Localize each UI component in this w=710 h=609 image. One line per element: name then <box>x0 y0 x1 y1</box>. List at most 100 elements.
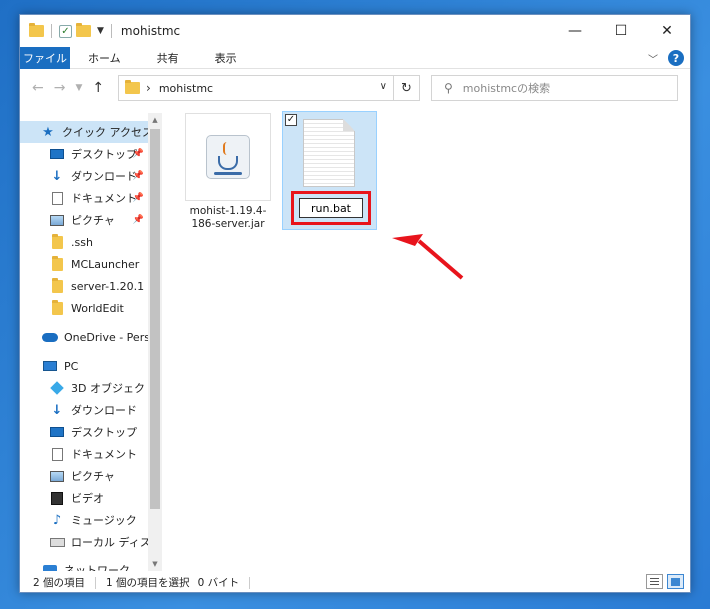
explorer-window: ✓ ▼ mohistmc — ☐ ✕ ファイル ホーム 共有 表示 ﹀ ? ← … <box>19 14 691 593</box>
close-button[interactable]: ✕ <box>644 15 690 47</box>
properties-icon[interactable]: ✓ <box>59 24 72 38</box>
sidebar-item-downloads[interactable]: ↓ ダウンロード 📌 <box>20 165 148 187</box>
video-icon <box>49 491 65 505</box>
details-view-button[interactable] <box>646 574 663 589</box>
sidebar-item-pc[interactable]: PC <box>20 355 148 377</box>
folder-icon <box>49 233 65 249</box>
tab-file[interactable]: ファイル <box>20 46 70 69</box>
ribbon-right: ﹀ ? <box>648 50 684 66</box>
status-divider <box>249 576 251 589</box>
selection-count: 1 個の項目を選択 <box>106 577 190 589</box>
new-folder-icon[interactable] <box>76 23 91 37</box>
quick-access-toolbar: ✓ ▼ <box>20 23 115 38</box>
scroll-thumb[interactable] <box>150 129 160 509</box>
disk-icon <box>49 535 65 549</box>
navigation-pane: ★ クイック アクセス デスクトップ 📌 ↓ ダウンロード 📌 ドキュメント 📌… <box>20 113 148 571</box>
cloud-icon <box>42 330 58 344</box>
document-icon <box>49 447 65 461</box>
pin-icon: 📌 <box>132 215 144 225</box>
toolbar-divider <box>51 24 52 38</box>
customize-toolbar-icon[interactable]: ▼ <box>97 26 104 36</box>
toolbar-divider <box>110 24 112 38</box>
sidebar-item-documents[interactable]: ドキュメント 📌 <box>20 187 148 209</box>
ribbon-tabs: ファイル ホーム 共有 表示 ﹀ ? <box>20 46 690 69</box>
address-row: ← → ▼ ↑ › mohistmc ∨ ↻ ⚲ mohistmcの検索 <box>20 71 690 105</box>
pin-icon: 📌 <box>132 149 144 159</box>
chevron-right-icon[interactable]: › <box>146 81 151 95</box>
navigation-buttons: ← → ▼ ↑ <box>20 80 118 96</box>
refresh-button[interactable]: ↻ <box>394 75 420 101</box>
arrow-head <box>392 234 423 246</box>
desktop-icon <box>49 147 65 161</box>
sidebar-item-pc-desktop[interactable]: デスクトップ <box>20 421 148 443</box>
minimize-button[interactable]: — <box>552 15 598 47</box>
picture-icon <box>49 213 65 227</box>
window-controls: — ☐ ✕ <box>552 15 690 47</box>
sidebar-item-ssh[interactable]: .ssh <box>20 231 148 253</box>
download-icon: ↓ <box>51 168 63 184</box>
large-icons-view-icon <box>671 577 680 586</box>
sidebar-item-server[interactable]: server-1.20.1 <box>20 275 148 297</box>
cube-icon <box>49 381 65 395</box>
arrow-shaft <box>417 239 464 280</box>
folder-icon <box>49 299 65 315</box>
nav-scrollbar[interactable]: ▲ ▼ <box>148 113 162 571</box>
folder-icon <box>49 255 65 271</box>
sidebar-item-network[interactable]: ネットワーク <box>20 559 148 571</box>
network-icon <box>42 563 58 571</box>
tab-home[interactable]: ホーム <box>70 50 139 66</box>
sidebar-item-pictures[interactable]: ピクチャ 📌 <box>20 209 148 231</box>
sidebar-item-quick-access[interactable]: ★ クイック アクセス <box>20 121 148 143</box>
tab-view[interactable]: 表示 <box>197 50 255 66</box>
sidebar-item-videos[interactable]: ビデオ <box>20 487 148 509</box>
back-icon[interactable]: ← <box>32 80 44 96</box>
search-placeholder: mohistmcの検索 <box>462 82 551 95</box>
tab-share[interactable]: 共有 <box>139 50 197 66</box>
help-icon[interactable]: ? <box>668 50 684 66</box>
address-bar[interactable]: › mohistmc ∨ <box>118 75 394 101</box>
download-icon: ↓ <box>51 402 63 418</box>
large-icons-view-button[interactable] <box>667 574 684 589</box>
music-icon: ♪ <box>52 512 62 528</box>
scroll-up-icon[interactable]: ▲ <box>148 113 162 127</box>
window-title: mohistmc <box>120 24 181 38</box>
scroll-down-icon[interactable]: ▼ <box>148 557 162 571</box>
star-icon: ★ <box>42 124 54 140</box>
file-view: mohist-1.19.4-186-server.jar ✓ <box>166 111 690 571</box>
status-divider <box>95 576 97 589</box>
sidebar-item-mclauncher[interactable]: MCLauncher <box>20 253 148 275</box>
sidebar-item-local-disk[interactable]: ローカル ディスク (C <box>20 531 148 553</box>
forward-icon[interactable]: → <box>54 80 66 96</box>
sidebar-item-3d-objects[interactable]: 3D オブジェクト <box>20 377 148 399</box>
picture-icon <box>49 469 65 483</box>
document-icon <box>49 191 65 205</box>
sidebar-item-worldedit[interactable]: WorldEdit <box>20 297 148 319</box>
selection-size: 0 バイト <box>197 577 240 589</box>
address-path[interactable]: mohistmc <box>159 82 213 95</box>
pc-icon <box>42 359 58 373</box>
desktop-icon <box>49 425 65 439</box>
maximize-button[interactable]: ☐ <box>598 15 644 47</box>
up-icon[interactable]: ↑ <box>92 80 104 96</box>
sidebar-item-desktop[interactable]: デスクトップ 📌 <box>20 143 148 165</box>
sidebar-item-onedrive[interactable]: OneDrive - Person <box>20 326 148 348</box>
expand-ribbon-icon[interactable]: ﹀ <box>648 51 658 66</box>
recent-locations-icon[interactable]: ▼ <box>75 83 82 93</box>
annotation-arrow <box>392 234 464 280</box>
sidebar-item-pc-documents[interactable]: ドキュメント <box>20 443 148 465</box>
status-bar: 2 個の項目 1 個の項目を選択 0 バイト <box>20 571 690 594</box>
pin-icon: 📌 <box>132 171 144 181</box>
sidebar-item-pc-pictures[interactable]: ピクチャ <box>20 465 148 487</box>
item-count: 2 個の項目 <box>33 577 86 589</box>
view-switcher <box>646 574 684 589</box>
search-input[interactable]: ⚲ mohistmcの検索 <box>431 75 678 101</box>
folder-icon <box>125 80 140 94</box>
sidebar-item-music[interactable]: ♪ ミュージック <box>20 509 148 531</box>
chevron-down-icon[interactable]: ∨ <box>380 81 387 92</box>
details-view-icon <box>650 578 659 585</box>
folder-icon <box>29 23 44 37</box>
sidebar-item-pc-downloads[interactable]: ↓ ダウンロード <box>20 399 148 421</box>
search-icon: ⚲ <box>444 81 453 95</box>
pin-icon: 📌 <box>132 193 144 203</box>
folder-icon <box>49 277 65 293</box>
